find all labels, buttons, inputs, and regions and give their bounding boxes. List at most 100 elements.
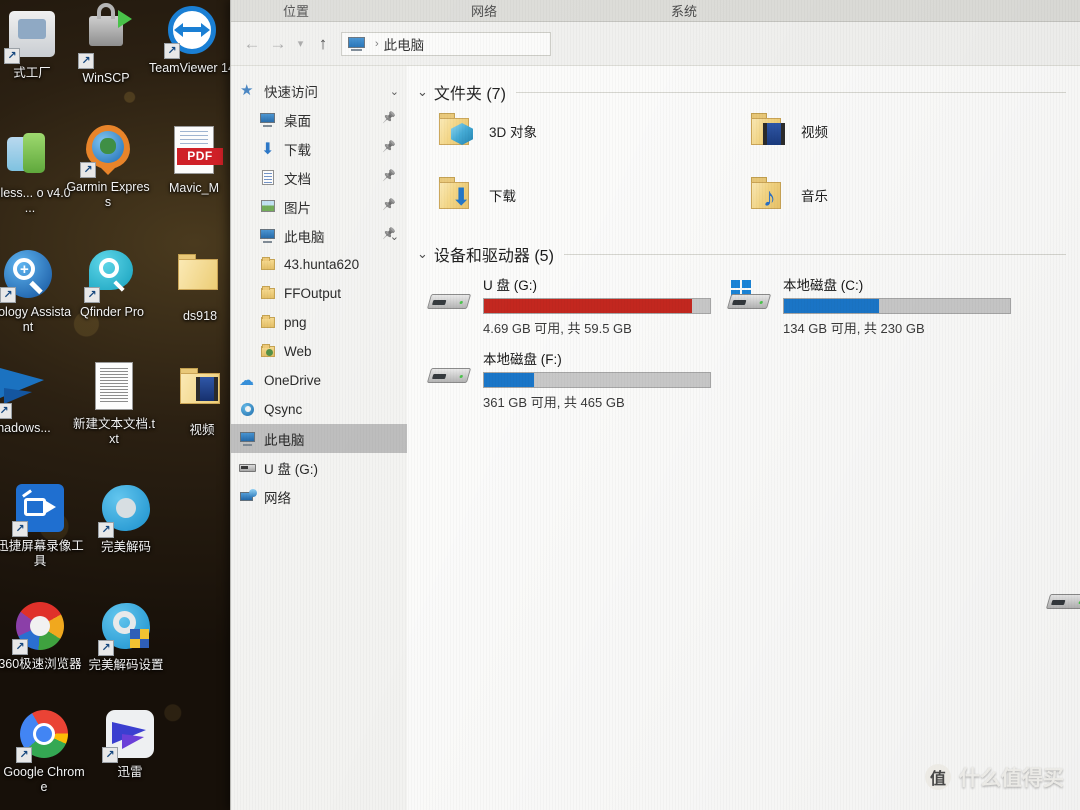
removable-drive-icon[interactable] xyxy=(1045,584,1080,624)
desktop-icon-label: 完美解码设置 xyxy=(88,658,164,672)
nav-item-label: 图片 xyxy=(284,200,311,216)
desktop-icon[interactable]: hadows... xyxy=(0,362,68,436)
desktop-icon[interactable]: WinSCP xyxy=(62,3,150,86)
folder-tile[interactable]: 3D 对象 xyxy=(435,110,537,152)
folder-tile[interactable]: ♪ 音乐 xyxy=(747,174,828,216)
shortcut-overlay-icon xyxy=(4,48,20,64)
folder-icon xyxy=(259,257,277,273)
chevron-down-icon[interactable]: ⌄ xyxy=(417,246,428,262)
desktop-icon[interactable]: Qfinder Pro xyxy=(68,248,156,320)
arrow-left-icon[interactable]: ← xyxy=(239,31,265,57)
desktop-icon[interactable]: reless... o v4.0 ... xyxy=(0,128,74,216)
nav-item-label: 桌面 xyxy=(284,113,311,129)
folder-tile-label: 3D 对象 xyxy=(489,125,538,140)
shortcut-overlay-icon xyxy=(78,53,94,69)
desktop-icon-label: 迅雷 xyxy=(117,765,143,779)
chevron-down-icon[interactable]: ⌄ xyxy=(417,84,428,100)
removable-drive-icon xyxy=(426,358,475,398)
desktop-icon-label: reless... o v4.0 ... xyxy=(0,186,71,215)
usb-drive-icon xyxy=(239,460,257,476)
desktop-icon[interactable]: PDF Mavic_M xyxy=(150,124,238,196)
desktop-icon[interactable]: Google Chrome xyxy=(0,708,88,795)
folders-group-header[interactable]: ⌄ 文件夹 (7) xyxy=(407,80,1080,104)
pin-icon[interactable] xyxy=(382,171,393,184)
film-icon xyxy=(763,123,787,147)
sidebar-folder-0[interactable]: 43.hunta620 xyxy=(231,250,407,279)
sidebar-item-3[interactable]: 图片 xyxy=(231,192,407,221)
sidebar-root-3[interactable]: U 盘 (G:) xyxy=(231,453,407,482)
shortcut-overlay-icon xyxy=(98,522,114,538)
ribbon-tab[interactable]: 位置 xyxy=(283,1,309,20)
chevron-down-icon[interactable]: ⌄ xyxy=(390,85,399,98)
shadows-paperplane-icon xyxy=(0,366,50,419)
drives-group-header[interactable]: ⌄ 设备和驱动器 (5) xyxy=(407,242,1080,266)
sidebar-item-2[interactable]: 文档 xyxy=(231,163,407,192)
removable-drive-icon xyxy=(426,284,475,324)
nav-item-label: Web xyxy=(284,344,312,359)
sidebar-item-1[interactable]: 下载 xyxy=(231,134,407,163)
desktop-icon[interactable]: 迅雷 xyxy=(86,708,174,780)
desktop-icon[interactable]: +ynology Assistant xyxy=(0,248,72,335)
wireless-tool-icon xyxy=(4,131,56,183)
desktop-icon[interactable]: TeamViewer 14 xyxy=(148,4,236,76)
ribbon-tab[interactable]: 系统 xyxy=(671,1,697,20)
desktop-icon-label: WinSCP xyxy=(82,71,130,85)
pin-icon[interactable] xyxy=(382,113,393,126)
desktop-icon[interactable]: Garmin Express xyxy=(64,124,152,210)
sidebar-folder-3[interactable]: Web xyxy=(231,337,407,366)
content-pane: ⌄ 文件夹 (7) 3D 对象 ⬇ 下载 视频 ♪ 音乐 ⌄ 设备和驱动器 (5) U 盘… xyxy=(407,66,1080,810)
arrow-up-icon[interactable]: ↑ xyxy=(310,31,336,57)
potplayer-icon xyxy=(98,485,152,538)
sidebar-item-quick-access[interactable]: 快速访问 ⌄ xyxy=(231,76,407,105)
pin-icon[interactable] xyxy=(382,142,393,155)
nav-item-label: 此电脑 xyxy=(264,432,305,448)
desktop-icon[interactable]: 新建文本文档.txt xyxy=(70,360,158,447)
shortcut-overlay-icon xyxy=(12,521,28,537)
sidebar-root-2[interactable]: 此电脑 xyxy=(231,424,407,453)
chevron-down-icon[interactable]: ⌄ xyxy=(390,230,399,243)
breadcrumb-label: 此电脑 xyxy=(383,37,425,53)
folder-tile-label: 视频 xyxy=(801,125,828,140)
this-pc-icon xyxy=(259,228,277,244)
sidebar-item-0[interactable]: 桌面 xyxy=(231,105,407,134)
folders-group-title: 文件夹 (7) xyxy=(433,86,506,103)
arrow-right-icon[interactable]: → xyxy=(265,31,291,57)
drive-name: U 盘 (G:) xyxy=(483,278,537,293)
chevron-down-icon[interactable]: ▾ xyxy=(291,31,310,57)
desktop-icon-label: Mavic_M xyxy=(168,181,219,195)
breadcrumb[interactable]: › 此电脑 xyxy=(341,31,551,56)
windows-system-drive-icon xyxy=(726,280,775,324)
nav-item-label: 43.hunta620 xyxy=(284,257,360,272)
desktop-icon[interactable]: 360极速浏览器 xyxy=(0,600,84,672)
drive-tile[interactable]: 本地磁盘 (F:) 361 GB 可用, 共 465 GB xyxy=(426,346,711,411)
nav-item-label: FFOutput xyxy=(284,286,342,301)
desktop-icon[interactable]: 完美解码 xyxy=(82,482,170,555)
desktop-icon[interactable]: 完美解码设置 xyxy=(82,600,170,673)
folder-tile[interactable]: ⬇ 下载 xyxy=(435,174,516,216)
text-file-icon xyxy=(88,362,140,414)
sidebar-item-4[interactable]: 此电脑 ⌄ xyxy=(231,221,407,250)
address-bar: ← → ▾ ↑ › 此电脑 xyxy=(231,22,1080,66)
folder-tile-label: 音乐 xyxy=(801,189,828,204)
folders-grid: 3D 对象 ⬇ 下载 视频 ♪ 音乐 xyxy=(407,110,1080,230)
sidebar-folder-2[interactable]: png xyxy=(231,308,407,337)
shortcut-overlay-icon xyxy=(16,747,32,763)
desktop-icon-label: hadows... xyxy=(0,421,51,435)
drive-tile[interactable]: U 盘 (G:) 4.69 GB 可用, 共 59.5 GB xyxy=(426,272,711,337)
sidebar-root-0[interactable]: OneDrive xyxy=(231,366,407,395)
network-icon xyxy=(239,488,257,505)
watermark-text: 什么值得买 xyxy=(959,767,1064,790)
desktop-icon[interactable]: 迅捷屏幕录像工具 xyxy=(0,482,84,569)
folder-icon xyxy=(747,110,793,152)
sidebar-root-4[interactable]: 网络 xyxy=(231,482,407,511)
sidebar-folder-1[interactable]: FFOutput xyxy=(231,279,407,308)
nav-item-label: Qsync xyxy=(264,402,303,417)
drive-tile[interactable]: 本地磁盘 (C:) 134 GB 可用, 共 230 GB xyxy=(726,272,1011,337)
pin-icon[interactable] xyxy=(382,200,393,213)
ribbon-tab[interactable]: 网络 xyxy=(471,1,497,20)
folder-tile[interactable]: 视频 xyxy=(747,110,828,152)
sidebar-root-1[interactable]: Qsync xyxy=(231,395,407,424)
music-note-icon: ♪ xyxy=(763,182,776,212)
screen-recorder-icon xyxy=(12,484,66,537)
smzdm-logo-icon: 值 xyxy=(925,764,951,790)
